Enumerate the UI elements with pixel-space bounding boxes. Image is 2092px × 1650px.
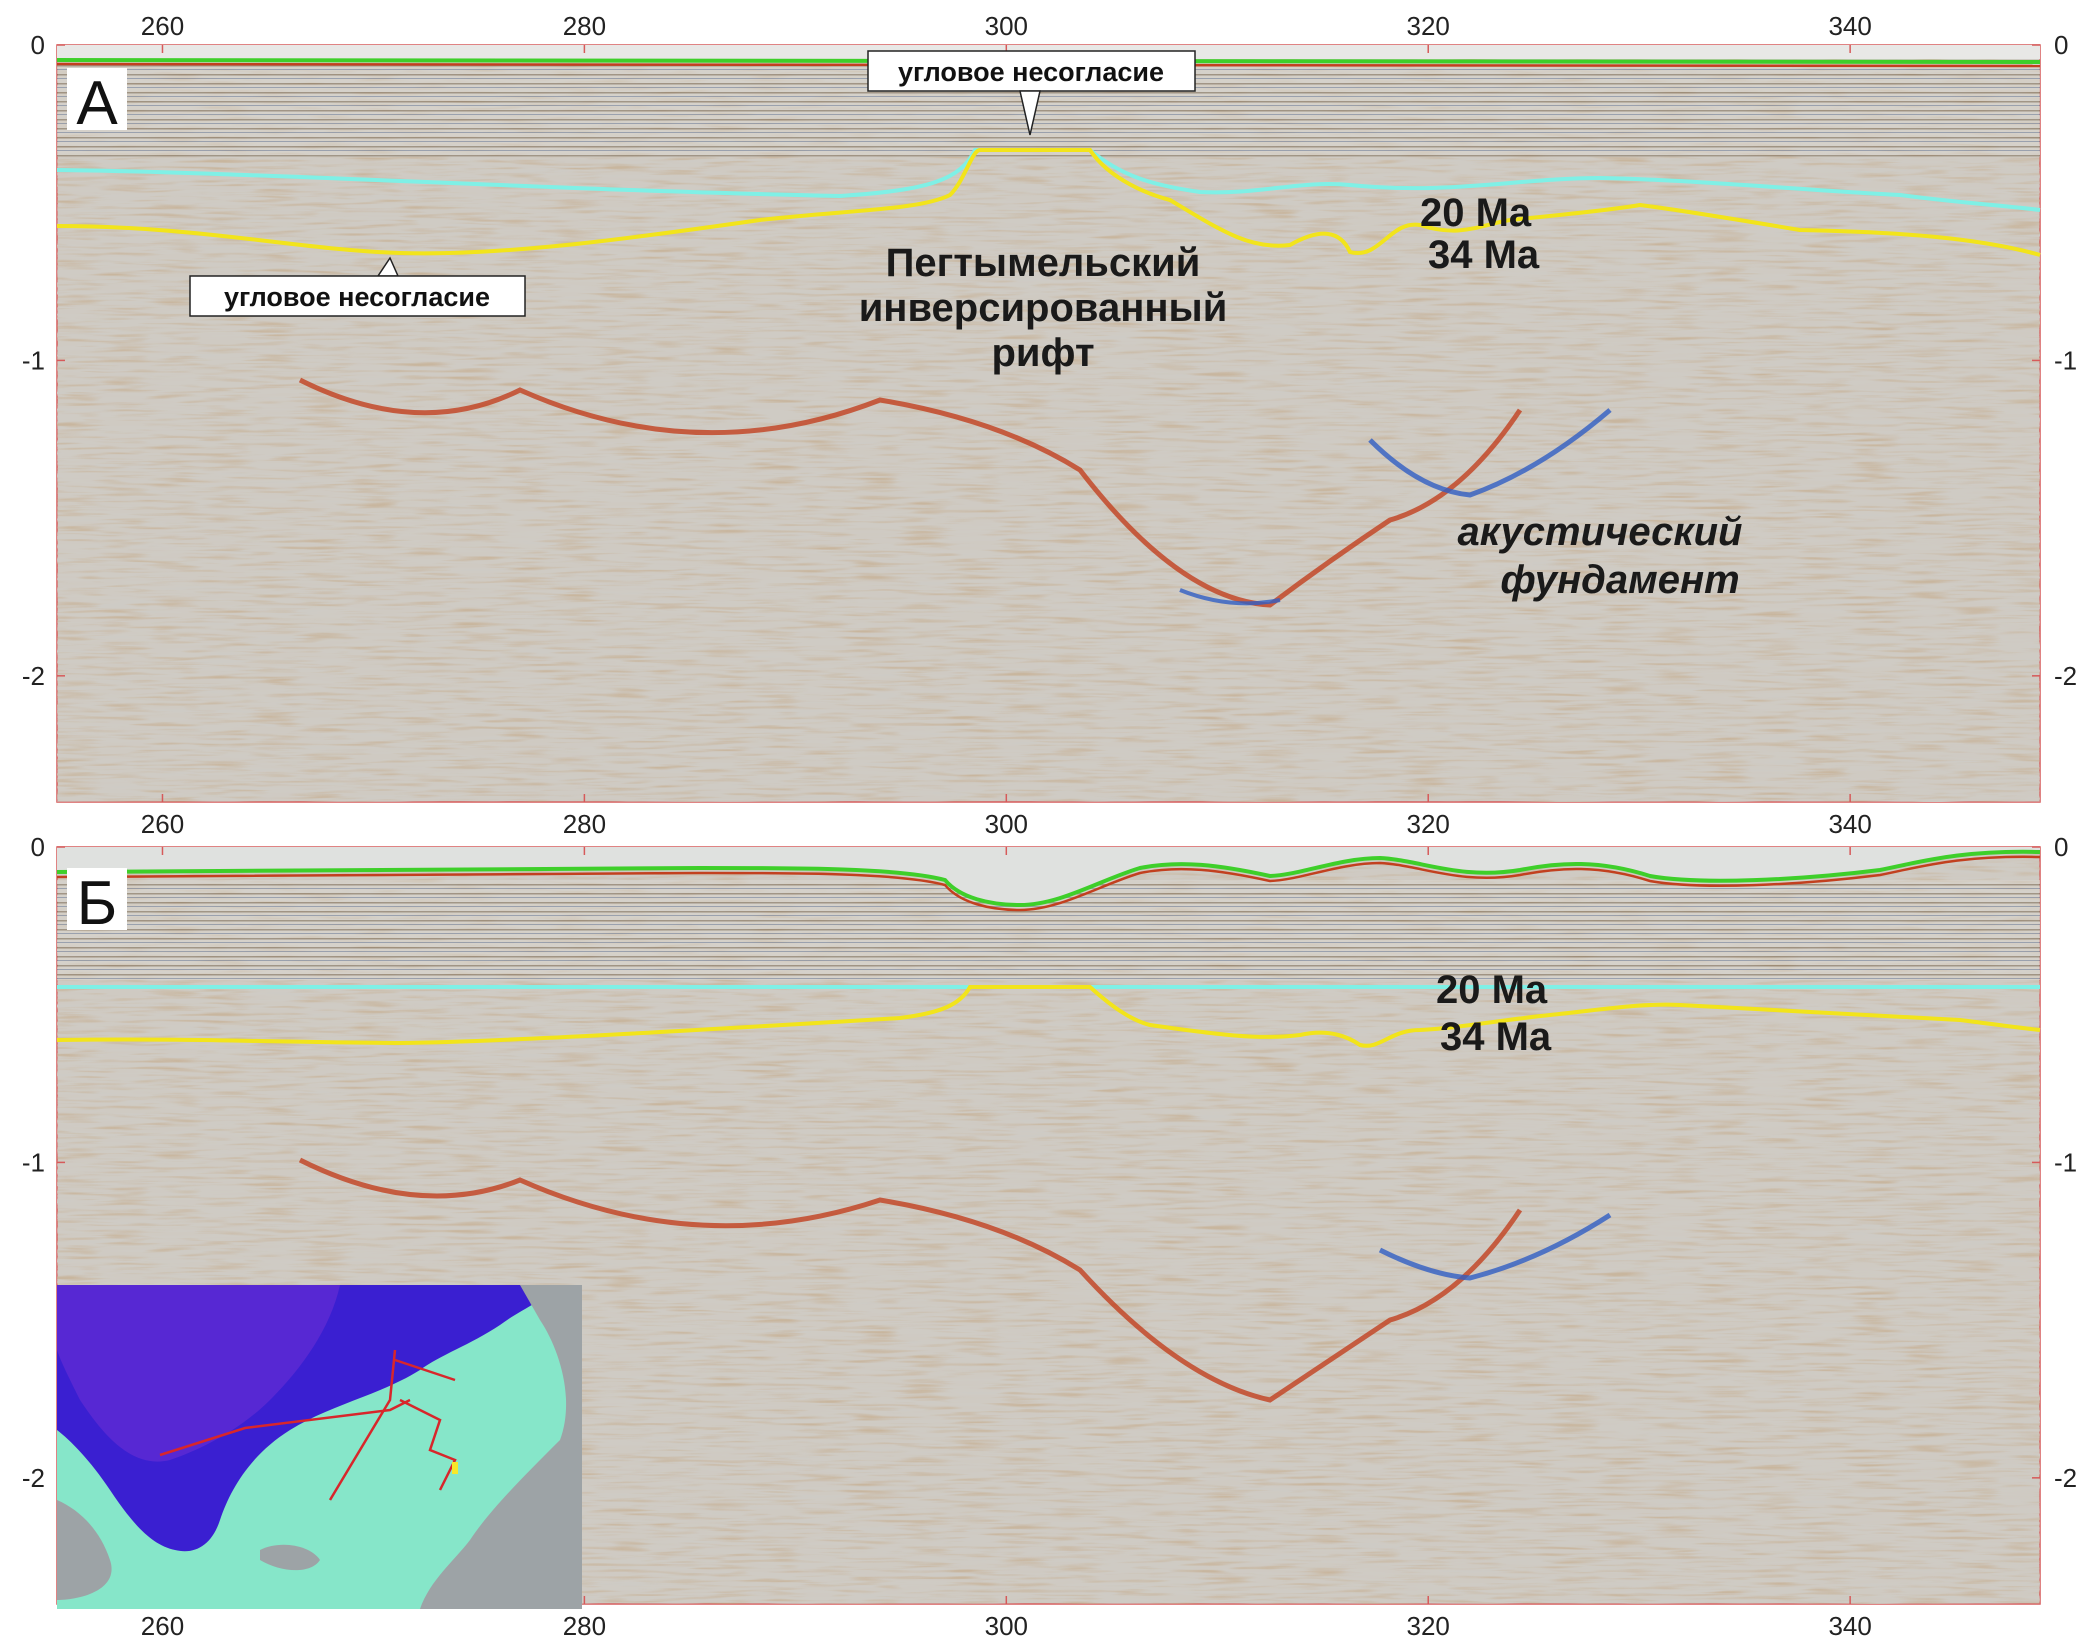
y-tick-label: -2 <box>2054 1463 2077 1493</box>
x-tick-label: 260 <box>141 1611 184 1641</box>
x-tick-label: 280 <box>563 1611 606 1641</box>
y-tick-label: 0 <box>2054 832 2068 862</box>
y-tick-label: 0 <box>31 30 45 60</box>
location-map-inset <box>57 1285 582 1609</box>
x-tick-label: 340 <box>1828 11 1871 41</box>
panel-b-age-34ma-label: 34 Ma <box>1440 1015 1552 1059</box>
x-tick-label: 320 <box>1407 809 1450 839</box>
inset-marker <box>452 1462 458 1474</box>
basement-label-line-2: фундамент <box>1500 558 1739 602</box>
x-tick-label: 260 <box>141 809 184 839</box>
x-tick-label: 280 <box>563 809 606 839</box>
y-tick-label: -2 <box>22 661 45 691</box>
rift-label-line-2: инверсированный <box>859 286 1228 330</box>
rift-label-line-3: рифт <box>991 331 1094 375</box>
x-tick-label: 300 <box>985 11 1028 41</box>
basement-label-line-1: акустический <box>1458 510 1743 554</box>
y-tick-label: 0 <box>2054 30 2068 60</box>
panel-b-letter: Б <box>77 869 118 938</box>
x-tick-label: 320 <box>1407 11 1450 41</box>
y-tick-label: 0 <box>31 832 45 862</box>
panel-a-seismic-texture-warm <box>57 45 2040 802</box>
y-tick-label: -1 <box>22 345 45 375</box>
panel-a: 260 280 300 320 340 260 280 300 320 340 0 -1 -2 0 -… <box>22 11 2077 839</box>
panel-a-age-20ma-label: 20 Ma <box>1420 191 1532 235</box>
x-tick-label: 300 <box>985 1611 1028 1641</box>
x-tick-label: 340 <box>1828 809 1871 839</box>
x-tick-label: 280 <box>563 11 606 41</box>
x-tick-label: 340 <box>1828 1611 1871 1641</box>
y-tick-label: -1 <box>2054 345 2077 375</box>
callout-text: угловое несогласие <box>224 282 490 312</box>
x-tick-label: 300 <box>985 809 1028 839</box>
x-tick-label: 260 <box>141 11 184 41</box>
y-tick-label: -1 <box>2054 1147 2077 1177</box>
x-tick-label: 320 <box>1407 1611 1450 1641</box>
panel-b-age-20ma-label: 20 Ma <box>1436 968 1548 1012</box>
panel-a-age-34ma-label: 34 Ma <box>1428 233 1540 277</box>
y-tick-label: -1 <box>22 1147 45 1177</box>
panel-a-letter: А <box>76 69 118 138</box>
y-tick-label: -2 <box>2054 661 2077 691</box>
panel-b: 260 280 300 320 340 0 -1 -2 0 -1 -2 Б 20 Ma 34 M… <box>22 832 2077 1641</box>
rift-label-line-1: Пегтымельский <box>886 241 1201 285</box>
y-tick-label: -2 <box>22 1463 45 1493</box>
callout-text: угловое несогласие <box>898 57 1164 87</box>
